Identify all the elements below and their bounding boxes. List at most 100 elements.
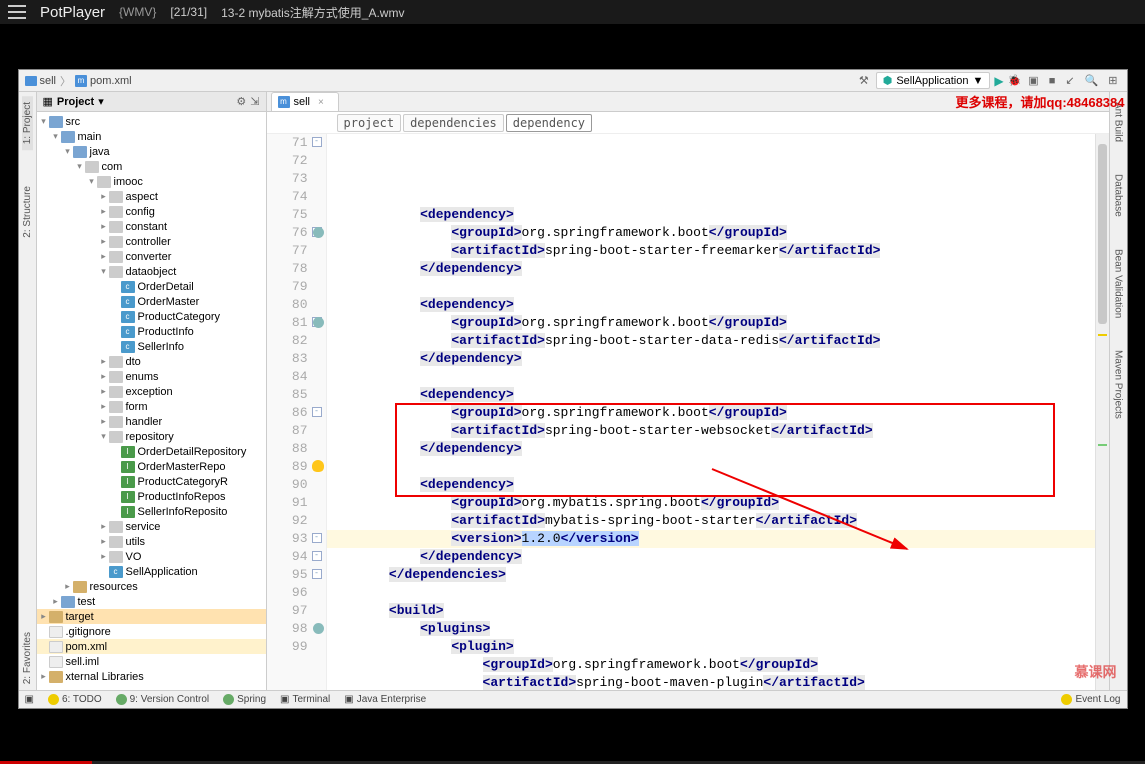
search-button[interactable]: 🔍 [1082,74,1102,87]
tree-node-enums[interactable]: ▸enums [37,369,266,384]
fold-icon[interactable]: - [312,137,322,147]
breadcrumb-dependencies[interactable]: dependencies [403,114,504,132]
debug-button[interactable]: 🐞 [1008,74,1022,87]
tree-node-resources[interactable]: ▸resources [37,579,266,594]
tree-node-productcategoryr[interactable]: IProductCategoryR [37,474,266,489]
fold-icon[interactable]: - [312,533,322,543]
nav-crumb-file[interactable]: mpom.xml [75,75,132,87]
tree-node-config[interactable]: ▸config [37,204,266,219]
code-line-81[interactable]: <dependency> [327,386,1095,404]
code-line-85[interactable] [327,458,1095,476]
tree-node-main[interactable]: ▾main [37,129,266,144]
nav-icon[interactable] [313,227,324,238]
scrollbar-thumb[interactable] [1098,144,1107,324]
tree-node-productcategory[interactable]: cProductCategory [37,309,266,324]
code-line-77[interactable]: <groupId>org.springframework.boot</group… [327,314,1095,332]
code-line-82[interactable]: <groupId>org.springframework.boot</group… [327,404,1095,422]
code-line-90[interactable]: </dependency> [327,548,1095,566]
window-icon[interactable]: ▣ [25,694,34,705]
tree-node-vo[interactable]: ▸VO [37,549,266,564]
nav-crumb-project[interactable]: sell [25,75,57,87]
code-line-95[interactable]: <plugin> [327,638,1095,656]
vcs-button[interactable]: 9: Version Control [116,694,210,705]
tree-node--gitignore[interactable]: .gitignore [37,624,266,639]
collapse-icon[interactable]: ⇲ [250,95,259,108]
nav-icon[interactable] [313,317,324,328]
tree-node-ordermasterrepo[interactable]: IOrderMasterRepo [37,459,266,474]
code-line-78[interactable]: <artifactId>spring-boot-starter-data-red… [327,332,1095,350]
info-marker[interactable] [1098,444,1107,446]
project-tab[interactable]: 1: Project [22,96,33,150]
tree-node-productinforepos[interactable]: IProductInfoRepos [37,489,266,504]
code-line-86[interactable]: <dependency> [327,476,1095,494]
tree-node-converter[interactable]: ▸converter [37,249,266,264]
tree-node-src[interactable]: ▾src [37,114,266,129]
bean-validation-tab[interactable]: Bean Validation [1113,243,1124,324]
breadcrumb-dependency[interactable]: dependency [506,114,592,132]
tree-node-productinfo[interactable]: cProductInfo [37,324,266,339]
project-panel-title[interactable]: Project [57,96,94,108]
code-line-80[interactable] [327,368,1095,386]
code-line-75[interactable] [327,278,1095,296]
tree-node-com[interactable]: ▾com [37,159,266,174]
structure-tab[interactable]: 2: Structure [22,180,33,244]
tree-node-handler[interactable]: ▸handler [37,414,266,429]
database-tab[interactable]: Database [1113,168,1124,223]
code-line-73[interactable]: <artifactId>spring-boot-starter-freemark… [327,242,1095,260]
code-line-87[interactable]: <groupId>org.mybatis.spring.boot</groupI… [327,494,1095,512]
tree-node-repository[interactable]: ▾repository [37,429,266,444]
code-line-88[interactable]: <artifactId>mybatis-spring-boot-starter<… [327,512,1095,530]
nav-icon[interactable] [313,623,324,634]
tree-node-java[interactable]: ▾java [37,144,266,159]
code-line-79[interactable]: </dependency> [327,350,1095,368]
code-line-91[interactable]: </dependencies> [327,566,1095,584]
tree-node-pom-xml[interactable]: pom.xml [37,639,266,654]
tree-node-target[interactable]: ▸target [37,609,266,624]
code-line-74[interactable]: </dependency> [327,260,1095,278]
tree-node-dto[interactable]: ▸dto [37,354,266,369]
hammer-icon[interactable]: ⚒ [856,74,872,87]
tree-node-exception[interactable]: ▸exception [37,384,266,399]
project-tree[interactable]: ▾src▾main▾java▾com▾imooc▸aspect▸config▸c… [37,112,266,686]
tree-node-sellerinfo[interactable]: cSellerInfo [37,339,266,354]
editor-scrollbar[interactable] [1095,134,1109,690]
code-line-97[interactable]: <artifactId>spring-boot-maven-plugin</ar… [327,674,1095,690]
warning-marker[interactable] [1098,334,1107,336]
tree-node-dataobject[interactable]: ▾dataobject [37,264,266,279]
maven-projects-tab[interactable]: Maven Projects [1113,344,1124,425]
tree-node-sellerinforeposito[interactable]: ISellerInfoReposito [37,504,266,519]
code-line-83[interactable]: <artifactId>spring-boot-starter-websocke… [327,422,1095,440]
run-button[interactable]: ▶ [994,74,1003,88]
run-config-dropdown[interactable]: ⬢ SellApplication ▼ [876,72,991,89]
code-line-89[interactable]: <version>1.2.0</version> [327,530,1095,548]
tree-node-orderdetail[interactable]: cOrderDetail [37,279,266,294]
code-line-96[interactable]: <groupId>org.springframework.boot</group… [327,656,1095,674]
code-editor[interactable]: 71-7273747576-7778798081-8283848586-8788… [267,134,1109,690]
dropdown-icon[interactable]: ▾ [98,95,104,108]
jee-button[interactable]: ▣Java Enterprise [344,694,426,705]
structure-button[interactable]: ⊞ [1105,74,1120,87]
tree-node-orderdetailrepository[interactable]: IOrderDetailRepository [37,444,266,459]
code-content[interactable]: <dependency> <groupId>org.springframewor… [327,134,1095,690]
code-line-92[interactable] [327,584,1095,602]
tree-node-service[interactable]: ▸service [37,519,266,534]
fold-icon[interactable]: - [312,551,322,561]
tree-node-form[interactable]: ▸form [37,399,266,414]
code-line-93[interactable]: <build> [327,602,1095,620]
terminal-button[interactable]: ▣Terminal [280,694,330,705]
gear-icon[interactable]: ⚙ [236,95,246,108]
editor-tab-sell[interactable]: m sell × [271,92,339,111]
tree-node-controller[interactable]: ▸controller [37,234,266,249]
code-line-84[interactable]: </dependency> [327,440,1095,458]
code-line-94[interactable]: <plugins> [327,620,1095,638]
breadcrumb-project[interactable]: project [337,114,402,132]
tree-node-ordermaster[interactable]: cOrderMaster [37,294,266,309]
event-log-button[interactable]: Event Log [1061,694,1120,705]
fold-icon[interactable]: - [312,407,322,417]
code-line-72[interactable]: <groupId>org.springframework.boot</group… [327,224,1095,242]
stop-button[interactable]: ■ [1046,75,1059,87]
menu-icon[interactable] [8,5,26,19]
tree-node-aspect[interactable]: ▸aspect [37,189,266,204]
spring-button[interactable]: Spring [223,694,266,705]
tree-node-sell-iml[interactable]: sell.iml [37,654,266,669]
